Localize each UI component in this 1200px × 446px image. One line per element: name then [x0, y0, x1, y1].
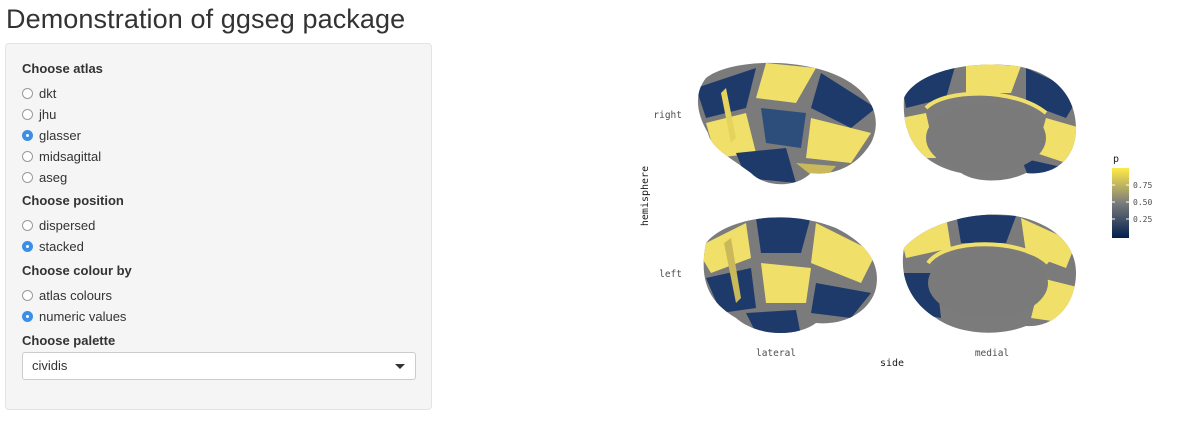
radio-label: midsagittal [39, 149, 102, 164]
atlas-group: Choose atlas dkt jhu glasser midsagittal… [22, 61, 103, 188]
radio-label: dkt [39, 86, 57, 101]
sidebar-panel: Choose atlas dkt jhu glasser midsagittal… [5, 43, 432, 410]
col-label-lateral: lateral [756, 348, 796, 359]
radio-label: stacked [39, 239, 84, 254]
radio-label: aseg [39, 170, 68, 185]
brain-left-lateral [703, 217, 877, 334]
palette-label: Choose palette [22, 333, 116, 348]
radio-button[interactable] [22, 88, 33, 99]
palette-select-value: cividis [32, 358, 68, 373]
radio-colour-numeric[interactable]: numeric values [22, 306, 132, 327]
legend-tick: 0.25 [1133, 215, 1152, 224]
color-legend: p 0.75 0.50 0.25 [1112, 154, 1152, 238]
radio-button[interactable] [22, 172, 33, 183]
radio-position-stacked[interactable]: stacked [22, 236, 124, 257]
legend-tick: 0.75 [1133, 181, 1152, 190]
radio-button[interactable] [22, 109, 33, 120]
radio-button[interactable] [22, 311, 33, 322]
chevron-down-icon [395, 364, 405, 369]
radio-atlas-glasser[interactable]: glasser [22, 125, 103, 146]
position-label: Choose position [22, 193, 124, 208]
radio-button[interactable] [22, 151, 33, 162]
radio-label: atlas colours [39, 288, 112, 303]
brain-plot: right left lateral medial side hemispher… [640, 62, 1152, 369]
position-group: Choose position dispersed stacked [22, 193, 124, 257]
col-label-medial: medial [975, 348, 1009, 359]
colour-by-label: Choose colour by [22, 263, 132, 278]
radio-atlas-midsagittal[interactable]: midsagittal [22, 146, 103, 167]
legend-title: p [1113, 154, 1119, 165]
radio-colour-atlas[interactable]: atlas colours [22, 285, 132, 306]
x-axis-title: side [880, 358, 904, 369]
radio-button[interactable] [22, 290, 33, 301]
radio-position-dispersed[interactable]: dispersed [22, 215, 124, 236]
radio-atlas-jhu[interactable]: jhu [22, 104, 103, 125]
page-title: Demonstration of ggseg package [6, 4, 406, 34]
radio-label: jhu [39, 107, 57, 122]
radio-atlas-aseg[interactable]: aseg [22, 167, 103, 188]
radio-label: numeric values [39, 309, 127, 324]
radio-atlas-dkt[interactable]: dkt [22, 83, 103, 104]
palette-select[interactable]: cividis [22, 352, 416, 380]
radio-button[interactable] [22, 130, 33, 141]
radio-button[interactable] [22, 220, 33, 231]
legend-tick: 0.50 [1133, 198, 1152, 207]
y-axis-title: hemisphere [640, 166, 651, 226]
radio-label: dispersed [39, 218, 96, 233]
radio-button[interactable] [22, 241, 33, 252]
row-label-left: left [659, 269, 682, 280]
legend-colorbar [1112, 168, 1129, 238]
row-label-right: right [653, 110, 682, 121]
brain-right-lateral [697, 62, 876, 185]
brain-right-medial [903, 64, 1076, 181]
radio-label: glasser [39, 128, 81, 143]
atlas-label: Choose atlas [22, 61, 103, 76]
colour-by-group: Choose colour by atlas colours numeric v… [22, 263, 132, 327]
brain-left-medial [902, 214, 1076, 333]
